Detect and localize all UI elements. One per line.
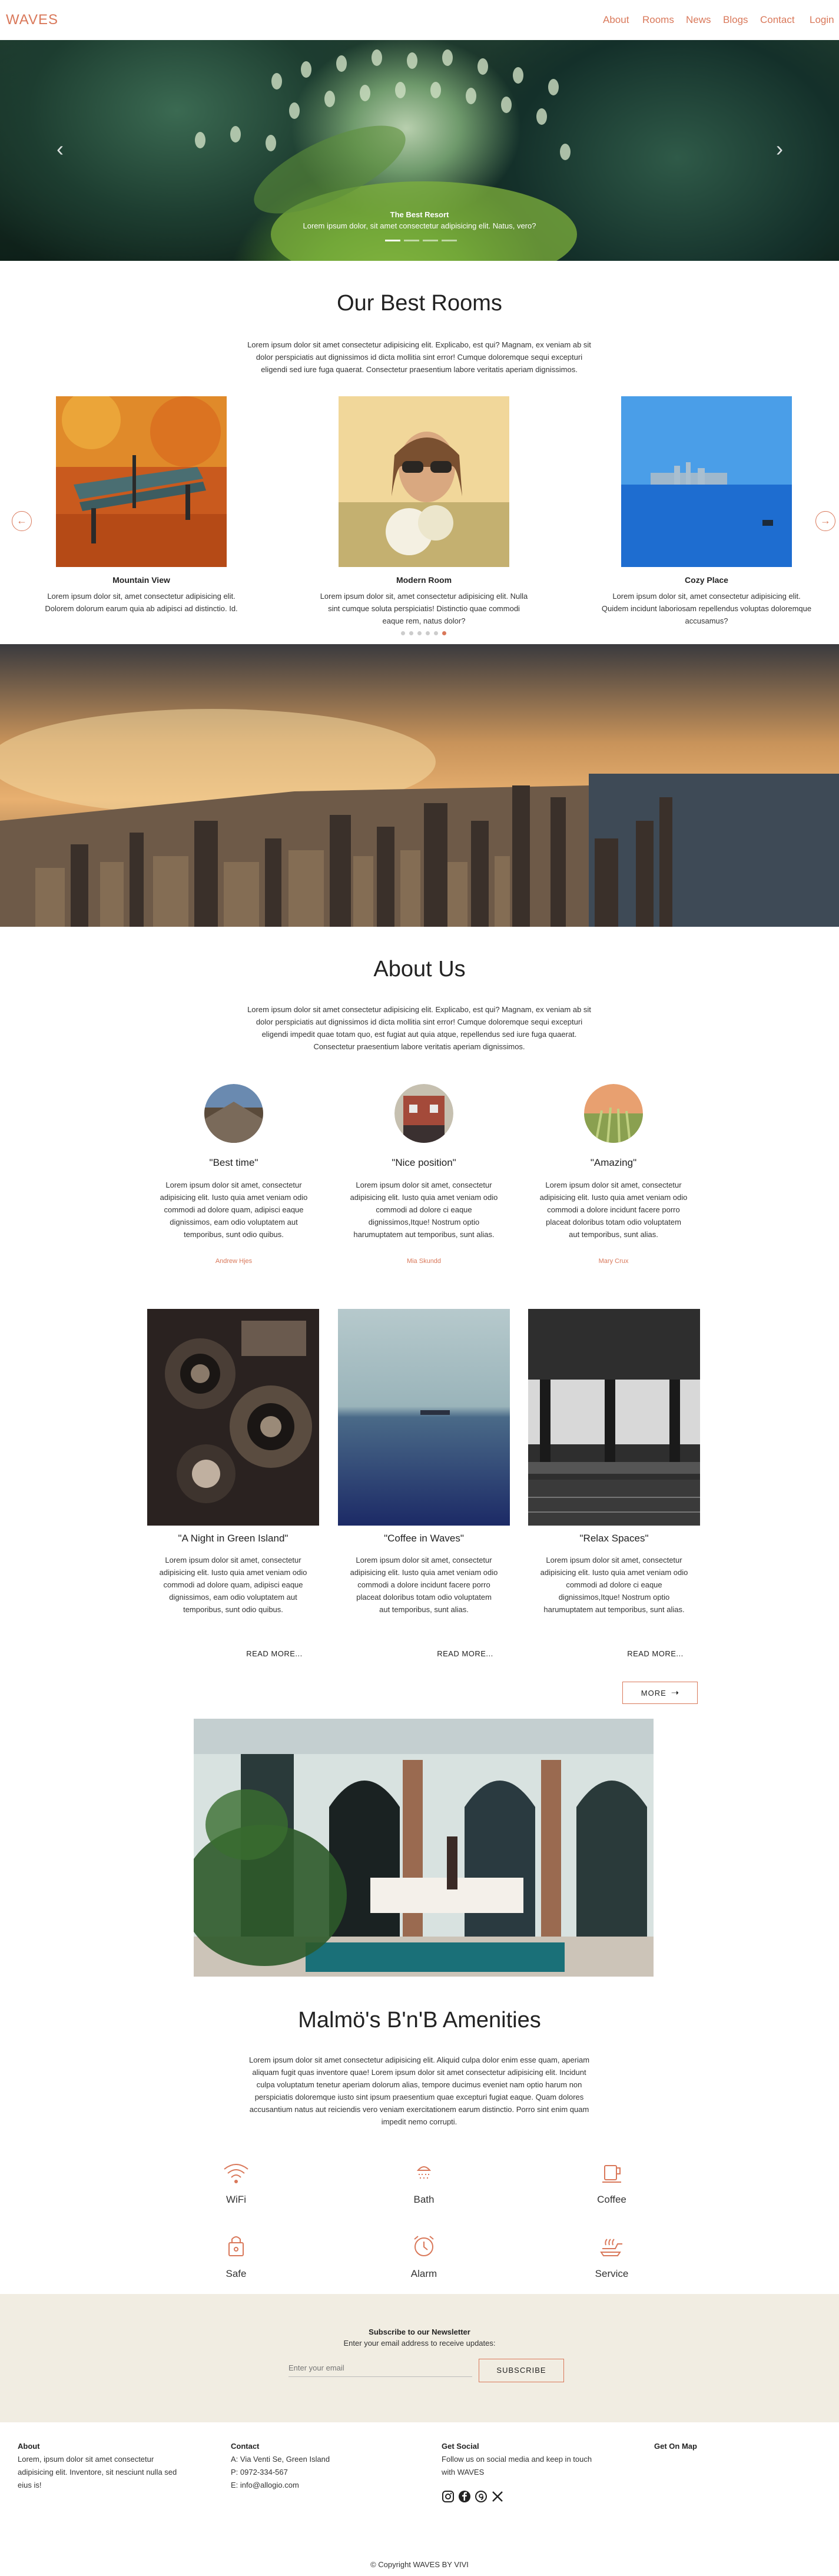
wifi-icon (224, 2164, 248, 2183)
rooms-dot[interactable] (426, 631, 430, 635)
about-intro: Lorem ipsum dolor sit amet consectetur a… (247, 1005, 591, 1051)
footer-about-text: Lorem, ipsum dolor sit amet consectetur a… (18, 2455, 177, 2489)
testimonial-quote: "Nice position" (392, 1157, 456, 1168)
email-input[interactable] (288, 2359, 472, 2377)
service-icon (600, 2239, 622, 2256)
read-more-link[interactable]: READ MORE... (394, 1649, 536, 1658)
footer-contact-text: A: Via Venti Se, Green Island P: 0972-334… (231, 2453, 407, 2492)
site-header: WAVES About Rooms News Blogs Contact Log… (0, 0, 839, 40)
nav-about[interactable]: About (603, 14, 629, 26)
logo[interactable]: WAVES (6, 12, 58, 28)
footer-map-heading[interactable]: Get On Map (654, 2442, 697, 2451)
nav-contact[interactable]: Contact (760, 14, 795, 26)
room-title: Cozy Place (685, 575, 728, 585)
rooms-intro: Lorem ipsum dolor sit amet consectetur a… (247, 340, 591, 374)
rooms-dot-active[interactable] (442, 631, 446, 635)
room-image-modern-room[interactable] (339, 396, 509, 567)
newsletter-title: Subscribe to our Newsletter (369, 2328, 470, 2336)
avatar (204, 1084, 263, 1143)
rooms-dot[interactable] (409, 631, 413, 635)
city-banner-image (0, 644, 839, 927)
amenity-label: Alarm (410, 2268, 437, 2279)
footer-contact-heading: Contact (231, 2442, 260, 2451)
safe-icon (228, 2236, 244, 2256)
footer-social-heading: Get Social (442, 2442, 479, 2451)
instagram-icon[interactable] (442, 2490, 455, 2503)
nav-news[interactable]: News (686, 14, 711, 26)
hero-indicator-active[interactable] (385, 240, 400, 241)
subscribe-button[interactable]: SUBSCRIBE (479, 2359, 564, 2382)
nav-rooms[interactable]: Rooms (642, 14, 674, 26)
avatar (394, 1084, 453, 1143)
blog-title[interactable]: "Coffee in Waves" (336, 1533, 512, 1544)
coffee-icon (602, 2165, 621, 2183)
rooms-dot[interactable] (401, 631, 405, 635)
alarm-icon (414, 2236, 434, 2256)
testimonial-author: Mia Skundd (406, 1258, 442, 1265)
testimonial-quote: "Best time" (209, 1157, 258, 1168)
rooms-dot[interactable] (417, 631, 422, 635)
rooms-dot[interactable] (434, 631, 438, 635)
blog-image-sea[interactable] (338, 1309, 510, 1526)
read-more-link[interactable]: READ MORE... (585, 1649, 726, 1658)
hero-subtitle: Lorem ipsum dolor, sit amet consectetur … (303, 221, 536, 230)
hero-prev-arrow[interactable]: ‹ (57, 137, 64, 161)
courtyard-image (194, 1719, 654, 1977)
rooms-title: Our Best Rooms (337, 291, 502, 316)
hero-slider: ‹ › The Best Resort Lorem ipsum dolor, s… (0, 40, 839, 261)
nav-blogs[interactable]: Blogs (723, 14, 748, 26)
amenity-label: Bath (413, 2194, 435, 2205)
rooms-next-button[interactable]: → (815, 511, 835, 531)
read-more-link[interactable]: READ MORE... (204, 1649, 345, 1658)
nav-login[interactable]: Login (810, 14, 834, 26)
hero-indicator[interactable] (423, 240, 438, 241)
footer-social-text: Follow us on social media and keep in to… (442, 2455, 592, 2476)
testimonial-quote: "Amazing" (590, 1157, 637, 1168)
amenity-label: Safe (225, 2268, 247, 2279)
more-button[interactable]: MORE ➝ (622, 1682, 698, 1704)
newsletter-section: Subscribe to our Newsletter Enter your e… (0, 2294, 839, 2422)
blog-excerpt: Lorem ipsum dolor sit amet, consectetur a… (540, 1556, 688, 1614)
blog-image-station[interactable] (528, 1309, 700, 1526)
testimonial-text: Lorem ipsum dolor sit amet, consectetur a… (160, 1181, 308, 1239)
hero-title: The Best Resort (390, 210, 449, 219)
amenities-intro: Lorem ipsum dolor sit amet consectetur a… (248, 2056, 590, 2126)
blog-excerpt: Lorem ipsum dolor sit amet, consectetur a… (350, 1556, 498, 1614)
amenity-label: Service (595, 2268, 629, 2279)
amenities-title: Malmö's B'n'B Amenities (298, 2008, 541, 2033)
room-title: Modern Room (396, 575, 452, 585)
rooms-prev-button[interactable]: ← (12, 511, 32, 531)
copyright: © Copyright WAVES BY VIVI (370, 2560, 469, 2569)
room-text: Lorem ipsum dolor sit, amet consectetur … (601, 592, 812, 625)
avatar (584, 1084, 643, 1143)
amenity-label: WiFi (226, 2194, 246, 2205)
bath-icon (416, 2166, 432, 2179)
amenity-label: Coffee (597, 2194, 626, 2205)
testimonial-text: Lorem ipsum dolor sit amet, consectetur a… (350, 1181, 498, 1239)
room-image-mountain-view[interactable] (56, 396, 227, 567)
footer-about-heading: About (18, 2442, 40, 2451)
x-twitter-icon[interactable] (491, 2490, 504, 2503)
hero-indicator[interactable] (442, 240, 457, 241)
arrow-right-icon: ➝ (671, 1688, 679, 1698)
footer-email-link[interactable]: E: info@allogio.com (231, 2479, 407, 2492)
room-text: Lorem ipsum dolor sit, amet consectetur … (45, 592, 238, 613)
hero-next-arrow[interactable]: › (776, 137, 783, 161)
blog-excerpt: Lorem ipsum dolor sit amet, consectetur a… (159, 1556, 307, 1614)
room-text: Lorem ipsum dolor sit, amet consectetur … (320, 592, 528, 625)
blog-title[interactable]: "Relax Spaces" (526, 1533, 702, 1544)
blog-image-camera[interactable] (147, 1309, 319, 1526)
testimonial-author: Andrew Hjes (215, 1258, 253, 1265)
threads-icon[interactable] (475, 2490, 488, 2503)
testimonial-author: Mary Crux (598, 1258, 629, 1265)
newsletter-subtitle: Enter your email address to receive upda… (343, 2339, 496, 2348)
facebook-icon[interactable] (458, 2490, 471, 2503)
room-image-cozy-place[interactable] (621, 396, 792, 567)
hero-indicator[interactable] (404, 240, 419, 241)
room-title: Mountain View (112, 575, 170, 585)
about-title: About Us (373, 957, 466, 982)
blog-title[interactable]: "A Night in Green Island" (145, 1533, 321, 1544)
testimonial-text: Lorem ipsum dolor sit amet, consectetur a… (539, 1181, 688, 1239)
